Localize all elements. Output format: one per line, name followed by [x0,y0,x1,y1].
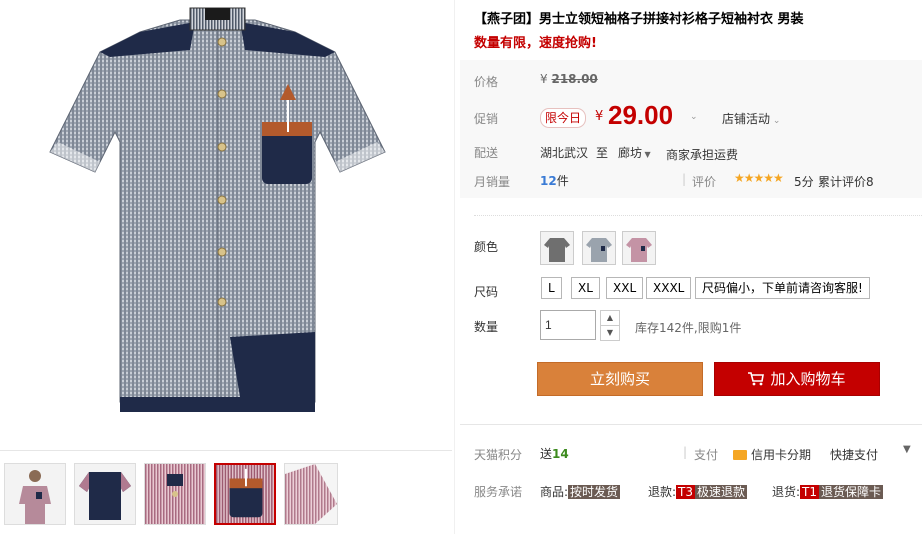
return-guarantee-tag[interactable]: 退货保障卡 [819,485,884,499]
thumbnail-strip [4,463,338,525]
quantity-input[interactable] [540,310,596,340]
points-separator: | [683,445,688,459]
service-label: 服务承诺 [474,485,523,499]
price-divider [474,215,922,216]
thumbnail-1[interactable] [4,463,66,525]
color-swatch-dark-gray[interactable] [540,231,574,265]
quick-pay-link[interactable]: 快捷支付 [830,446,878,463]
freight-note: 商家承担运费 [666,148,739,162]
store-activity-dropdown[interactable]: 店铺活动 ⌄ [722,110,780,127]
rating-label: 评价 [692,175,717,189]
rating-score: 5分 [794,175,814,189]
size-label: 尺码 [474,285,499,299]
points-value: 送14 [540,447,569,461]
chevron-down-icon: ⌄ [770,116,781,126]
return-code-tag: T1 [800,485,820,499]
quantity-increase-button[interactable]: ▲ [600,310,620,326]
promo-price: 29.00 [608,100,674,130]
total-reviews-link[interactable]: 累计评价8 [818,173,874,190]
product-subtitle: 数量有限，速度抢购! [474,36,597,51]
product-main-image[interactable] [40,2,410,442]
pay-label: 支付 [694,448,719,462]
gallery-divider [0,450,452,451]
size-option-xxl[interactable]: XXL [606,277,644,299]
product-title: 【燕子团】男士立领短袖格子拼接衬衫格子短袖衬衣 男装 [474,12,804,27]
limited-today-badge: 限今日 [540,108,587,128]
color-label: 颜色 [474,240,499,254]
thumbnail-5[interactable] [284,463,338,525]
original-price: ¥ 218.00 [540,72,598,86]
size-note-option[interactable]: 尺码偏小，下单前请咨询客服! [695,277,870,299]
triangle-down-icon: ▼ [642,150,651,159]
credit-installment-link[interactable]: 信用卡分期 [733,446,811,463]
shipping-origin: 湖北武汉 [540,146,589,160]
promo-currency: ¥ [595,109,604,124]
credit-card-icon [733,450,747,460]
payment-expand-icon[interactable]: ▼ [903,444,911,455]
monthly-sales-label: 月销量 [474,175,511,189]
shipping-label: 配送 [474,146,499,160]
sales-separator: | [682,172,687,186]
promo-label: 促销 [474,112,499,126]
size-option-xxxl[interactable]: XXXL [646,277,692,299]
stock-note: 库存142件,限购1件 [635,321,742,335]
buy-now-button[interactable]: 立刻购买 [537,362,703,396]
service-refund: 退款: T3 极速退款 [648,485,748,499]
monthly-sales-value: 12件 [540,174,569,188]
points-label: 天猫积分 [474,448,523,462]
thumbnail-4[interactable] [214,463,276,525]
cart-icon [748,372,765,386]
service-goods: 商品: 按时发货 [540,485,621,499]
color-swatch-pink[interactable] [622,231,656,265]
column-divider [454,0,455,534]
refund-code-tag: T3 [676,485,696,499]
price-label: 价格 [474,75,499,89]
quantity-decrease-button[interactable]: ▼ [600,325,620,341]
color-swatch-light-gray[interactable] [582,231,616,265]
thumbnail-3[interactable] [144,463,206,525]
product-gallery [0,0,452,534]
service-return: 退货: T1 退货保障卡 [772,485,884,499]
bottom-divider [460,424,922,425]
add-to-cart-button[interactable]: 加入购物车 [714,362,880,396]
fast-refund-tag[interactable]: 极速退款 [695,485,748,499]
size-option-xl[interactable]: XL [571,277,600,299]
rating-stars: ★★★★★ [734,171,784,185]
quantity-label: 数量 [474,320,499,334]
shipping-to-word: 至 [596,146,609,160]
price-chevron-icon[interactable]: ⌄ [690,112,698,122]
thumbnail-2[interactable] [74,463,136,525]
destination-selector[interactable]: 廊坊 ▼ [618,144,651,161]
size-option-l[interactable]: L [541,277,562,299]
on-time-delivery-tag[interactable]: 按时发货 [568,485,621,499]
